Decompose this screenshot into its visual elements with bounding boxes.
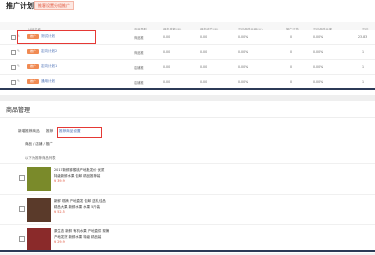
table-row[interactable]: ✎ 推广 定向计划2 商品推 0.00 0.00 0.00% 0 0.00% 1	[0, 45, 375, 60]
product-management-panel: 商品管理 新增推荐商品 推荐 推荐商品设置 商品 / 店铺 / 推广 以下为推荐…	[0, 101, 375, 253]
cell-income: 0.00	[200, 80, 208, 84]
cell-avg-commission: 0.00%	[238, 65, 249, 69]
tab-recommend[interactable]: 推荐	[46, 129, 53, 134]
highlight-box-plan	[17, 30, 96, 44]
cell-orders: 0	[290, 80, 293, 84]
cell-type: 商品推	[134, 36, 144, 40]
product-subtitle: 产地发货 新鲜水果 特级 精品装	[54, 235, 102, 239]
status-badge: 推广	[27, 49, 39, 54]
cell-commission: 0.00	[163, 65, 171, 69]
cell-avg: 1	[362, 50, 365, 54]
table-row[interactable]: ✎ 推广 定向计划1 店铺推 0.00 0.00 0.00% 0 0.00% 1	[0, 60, 375, 75]
edit-icon[interactable]: ✎	[17, 64, 20, 68]
cell-avg-commission: 0.00%	[238, 50, 249, 54]
plan-tag[interactable]: 推客设置分组推广	[34, 1, 74, 10]
item-checkbox[interactable]	[19, 206, 25, 212]
product-price: ¥ 39.9	[54, 179, 65, 183]
product-price: ¥ 29.9	[54, 240, 65, 244]
status-badge: 推广	[27, 64, 39, 69]
promotion-plan-panel: 推广计划 推客设置分组推广 计划名称 产品类型 佣金总额(元) 佣金收益(元) …	[0, 0, 375, 95]
cell-avg-commission: 0.00%	[238, 35, 249, 39]
cell-avg-rate: 0.00%	[313, 50, 324, 54]
edit-icon[interactable]: ✎	[17, 49, 20, 53]
product-title[interactable]: 新鲜 现摘 产地直发 包邮 送礼佳品	[54, 198, 106, 203]
cell-income: 0.00	[200, 35, 208, 39]
plan-name-link[interactable]: 通用计划	[41, 79, 55, 84]
cell-avg: 23.83	[358, 35, 368, 39]
breadcrumb: 商品 / 店铺 / 推广	[25, 142, 53, 146]
cell-orders: 0	[290, 65, 293, 69]
section-title: 商品管理	[6, 107, 31, 114]
plan-name-link[interactable]: 定向计划2	[41, 49, 57, 54]
cell-commission: 0.00	[163, 50, 171, 54]
product-subtitle: 特级新鲜水果 包邮 精品推荐装	[54, 174, 101, 178]
row-checkbox[interactable]	[11, 50, 16, 55]
cell-income: 0.00	[200, 50, 208, 54]
cell-avg-commission: 0.00%	[238, 80, 249, 84]
cell-avg-rate: 0.00%	[313, 35, 324, 39]
tab-add-product[interactable]: 新增推荐商品	[18, 129, 40, 134]
product-title[interactable]: 2017新鲜猕猴桃产地批发价 优质	[54, 167, 104, 172]
cell-avg-rate: 0.00%	[313, 80, 324, 84]
highlight-box-tab	[57, 127, 102, 138]
list-item[interactable]: 新鲜 现摘 产地直发 包邮 送礼佳品 精品大果 新鲜水果 水果 5斤装 ¥ 52…	[0, 194, 375, 225]
product-image[interactable]	[27, 198, 51, 222]
cell-avg: 1	[362, 80, 365, 84]
status-badge: 推广	[27, 79, 39, 84]
edit-icon[interactable]: ✎	[17, 79, 20, 83]
row-checkbox[interactable]	[11, 65, 16, 70]
page-title: 推广计划	[6, 2, 34, 10]
cell-income: 0.00	[200, 65, 208, 69]
item-checkbox[interactable]	[19, 236, 25, 242]
cell-avg: 1	[362, 65, 365, 69]
list-item[interactable]: 2017新鲜猕猴桃产地批发价 优质 特级新鲜水果 包邮 精品推荐装 ¥ 39.9	[0, 163, 375, 194]
cell-commission: 0.00	[163, 80, 171, 84]
cell-commission: 0.00	[163, 35, 171, 39]
product-image[interactable]	[27, 167, 51, 191]
product-subtitle: 精品大果 新鲜水果 水果 5斤装	[54, 205, 101, 209]
cell-orders: 0	[290, 50, 293, 54]
item-checkbox[interactable]	[19, 175, 25, 181]
product-image[interactable]	[27, 228, 51, 252]
divider-rule	[0, 250, 375, 252]
list-subtitle: 以下为推荐商品列表	[25, 156, 56, 160]
cell-type: 商品推	[134, 51, 144, 55]
plan-name-link[interactable]: 定向计划1	[41, 64, 57, 69]
cell-orders: 0	[290, 35, 293, 39]
section-divider	[0, 117, 375, 118]
product-title[interactable]: 原生态 新鲜 有机水果 产地直供 现摘	[54, 228, 109, 233]
row-checkbox[interactable]	[11, 80, 16, 85]
product-price: ¥ 52.5	[54, 210, 65, 214]
cell-avg-rate: 0.00%	[313, 65, 324, 69]
cell-type: 店铺推	[134, 81, 144, 85]
divider-rule	[0, 88, 375, 90]
cell-type: 店铺推	[134, 66, 144, 70]
row-checkbox[interactable]	[11, 35, 16, 40]
